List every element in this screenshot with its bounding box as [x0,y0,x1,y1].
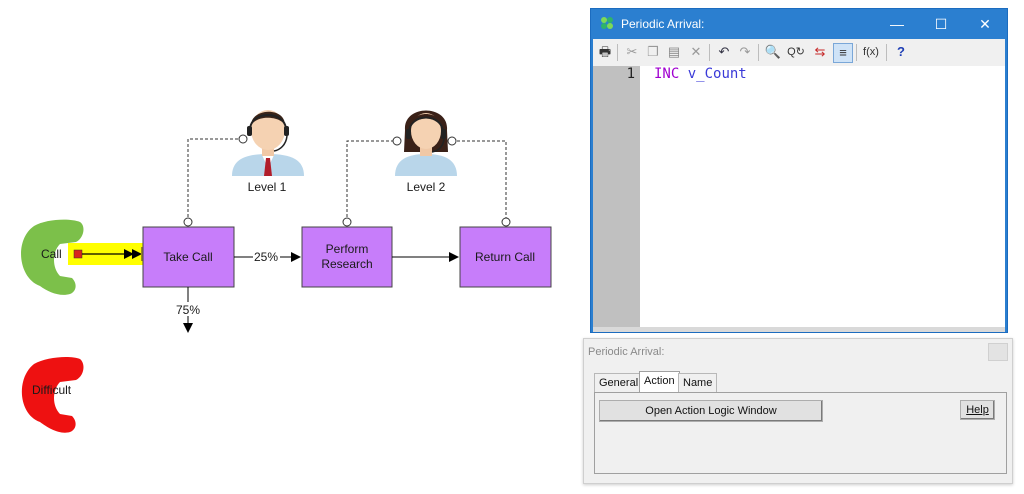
open-action-logic-button[interactable]: Open Action Logic Window [599,400,823,422]
paste-icon[interactable]: ▤ [665,43,683,61]
editor-title-bar[interactable]: Periodic Arrival: — ☐ ✕ [591,9,1007,39]
tab-name[interactable]: Name [678,373,718,392]
tab-action[interactable]: Action [639,371,680,393]
code-line[interactable]: INC v_Count [654,66,747,82]
route-75-label: 75% [176,303,200,317]
code-keyword: INC [654,66,680,82]
horizontal-scrollbar[interactable] [593,327,1005,332]
level2-connector-left[interactable] [392,136,402,146]
difficult-source-label: Difficult [32,383,72,397]
perform-research-label-line1: Perform [326,242,369,256]
level2-link-return [452,140,507,222]
cut-icon[interactable]: ✂ [623,43,641,61]
maximize-button[interactable]: ☐ [923,13,959,35]
replace-icon[interactable]: Q↻ [787,43,805,61]
level1-label: Level 1 [248,180,287,194]
toolbar-separator [886,44,887,61]
properties-dialog: Periodic Arrival: General Action Name Op… [583,338,1013,484]
perform-research-label-line2: Research [321,257,372,271]
level2-label: Level 2 [407,180,446,194]
help-button[interactable]: Help [960,400,995,420]
code-editor[interactable]: 1 INC v_Count [593,66,1005,327]
research-connector[interactable] [342,217,352,227]
delete-icon[interactable]: ✕ [687,43,705,61]
take-call-connector[interactable] [183,217,193,227]
code-argument: v_Count [687,66,747,82]
format-icon[interactable]: ≡ [833,43,853,63]
level2-connector-right[interactable] [447,136,457,146]
flow-diagram: Call Difficult Take Call Perform Researc… [21,110,552,433]
line-number-gutter: 1 [593,66,640,327]
toolbar-separator [856,44,857,61]
take-call-label: Take Call [163,250,212,264]
return-connector[interactable] [501,217,511,227]
copy-icon[interactable]: ❐ [644,43,662,61]
find-icon[interactable]: 🔍 [764,43,782,61]
editor-title: Periodic Arrival: [621,17,705,31]
print-icon[interactable]: 🖶 [596,43,614,61]
app-logo-icon [601,17,613,29]
toolbar-separator [758,44,759,61]
action-logic-editor-window: Periodic Arrival: — ☐ ✕ 🖶 ✂ ❐ ▤ ✕ ↶ ↷ 🔍 … [590,8,1008,333]
route-start-handle[interactable] [73,249,83,259]
dialog-title: Periodic Arrival: [588,346,665,358]
help-icon[interactable]: ? [892,43,910,61]
level2-link-research [346,140,397,222]
minimize-button[interactable]: — [879,13,915,35]
redo-icon[interactable]: ↷ [736,43,754,61]
toolbar-separator [709,44,710,61]
function-icon[interactable]: f(x) [862,43,880,61]
call-source-label: Call [41,247,62,261]
goto-icon[interactable]: ⇆ [811,43,829,61]
undo-icon[interactable]: ↶ [715,43,733,61]
dialog-close-button[interactable] [988,343,1008,361]
level2-agent-icon[interactable] [395,110,457,177]
level1-connector[interactable] [238,134,248,144]
editor-toolbar: 🖶 ✂ ❐ ▤ ✕ ↶ ↷ 🔍 Q↻ ⇆ ≡ f(x) ? [593,39,1005,67]
close-button[interactable]: ✕ [967,13,1003,35]
tab-general[interactable]: General [594,373,644,392]
level1-link [187,138,243,222]
line-number: 1 [626,66,635,82]
route-25-label: 25% [254,250,278,264]
toolbar-separator [617,44,618,61]
return-call-label: Return Call [475,250,535,264]
